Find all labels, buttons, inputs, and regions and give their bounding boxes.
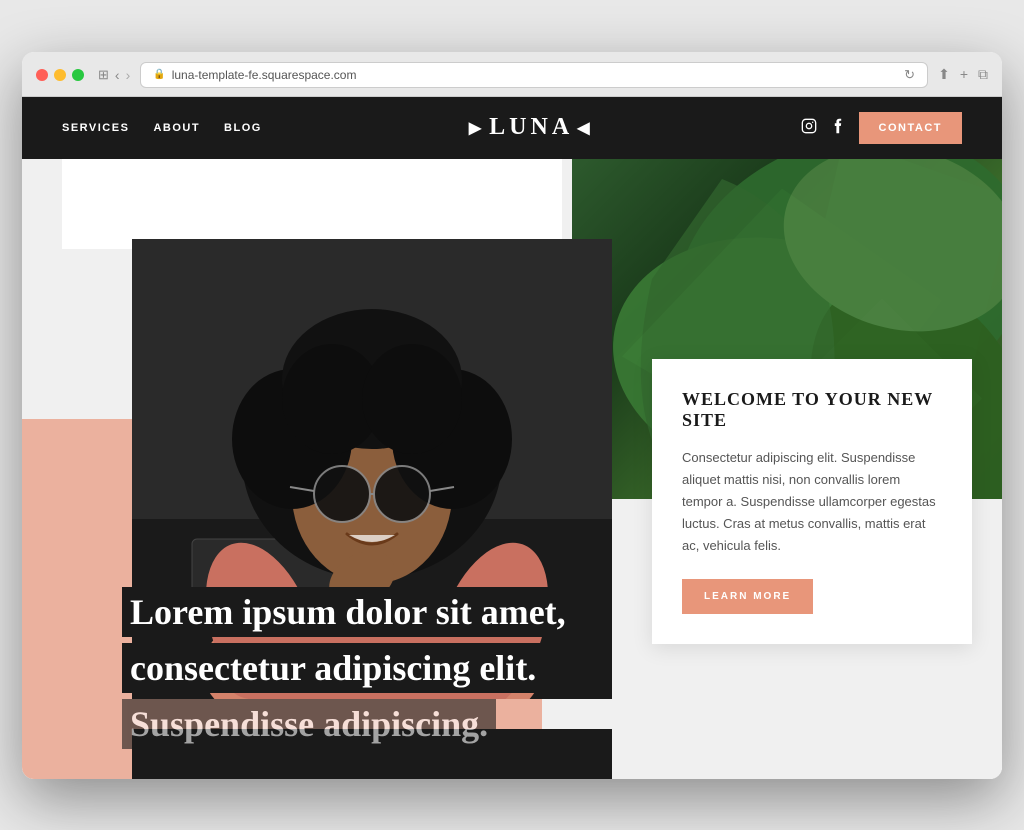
instagram-icon[interactable] <box>801 118 817 137</box>
browser-window: ⊞ ‹ › 🔒 luna-template-fe.squarespace.com… <box>22 52 1002 779</box>
address-bar[interactable]: 🔒 luna-template-fe.squarespace.com ↻ <box>140 62 928 88</box>
hero-section: WELCOME TO YOUR NEW SITE Consectetur adi… <box>22 159 1002 779</box>
maximize-button[interactable] <box>72 69 84 81</box>
sidebar-toggle-icon[interactable]: ⊞ <box>98 67 109 83</box>
nav-services[interactable]: SERVICES <box>62 122 129 134</box>
nav-blog[interactable]: BLOG <box>224 122 262 134</box>
tagline-line2: consectetur adipiscing elit. <box>122 643 544 693</box>
logo-left-arrow: ▶ <box>469 118 485 138</box>
tabs-icon[interactable]: ⧉ <box>978 66 988 83</box>
navbar: SERVICES ABOUT BLOG ▶ LUNA ◀ <box>22 97 1002 159</box>
contact-button[interactable]: CONTACT <box>859 112 962 144</box>
logo-right-arrow: ◀ <box>577 118 593 138</box>
traffic-lights <box>36 69 84 81</box>
website: SERVICES ABOUT BLOG ▶ LUNA ◀ <box>22 97 1002 779</box>
nav-window-btns: ⊞ ‹ › <box>98 67 130 83</box>
welcome-title: WELCOME TO YOUR NEW SITE <box>682 389 942 431</box>
nav-logo[interactable]: ▶ LUNA ◀ <box>469 114 594 141</box>
share-icon[interactable]: ⬆ <box>938 66 950 83</box>
back-button[interactable]: ‹ <box>115 67 120 83</box>
tagline-line3: Suspendisse adipiscing. <box>122 699 496 749</box>
forward-button[interactable]: › <box>126 67 131 83</box>
tagline-line1: Lorem ipsum dolor sit amet, <box>122 587 574 637</box>
welcome-body: Consectetur adipiscing elit. Suspendisse… <box>682 447 942 557</box>
lock-icon: 🔒 <box>153 69 165 80</box>
nav-left: SERVICES ABOUT BLOG <box>62 122 262 134</box>
white-top-block <box>62 159 562 249</box>
text-overlay-section: Lorem ipsum dolor sit amet, consectetur … <box>22 557 1002 779</box>
new-tab-icon[interactable]: + <box>960 66 968 83</box>
logo-text: LUNA <box>489 114 573 141</box>
browser-chrome: ⊞ ‹ › 🔒 luna-template-fe.squarespace.com… <box>22 52 1002 97</box>
facebook-icon[interactable] <box>831 118 845 137</box>
nav-about[interactable]: ABOUT <box>153 122 200 134</box>
nav-right: CONTACT <box>801 112 962 144</box>
reload-icon[interactable]: ↻ <box>904 67 915 83</box>
minimize-button[interactable] <box>54 69 66 81</box>
url-text: luna-template-fe.squarespace.com <box>172 68 357 82</box>
close-button[interactable] <box>36 69 48 81</box>
browser-actions: ⬆ + ⧉ <box>938 66 988 83</box>
